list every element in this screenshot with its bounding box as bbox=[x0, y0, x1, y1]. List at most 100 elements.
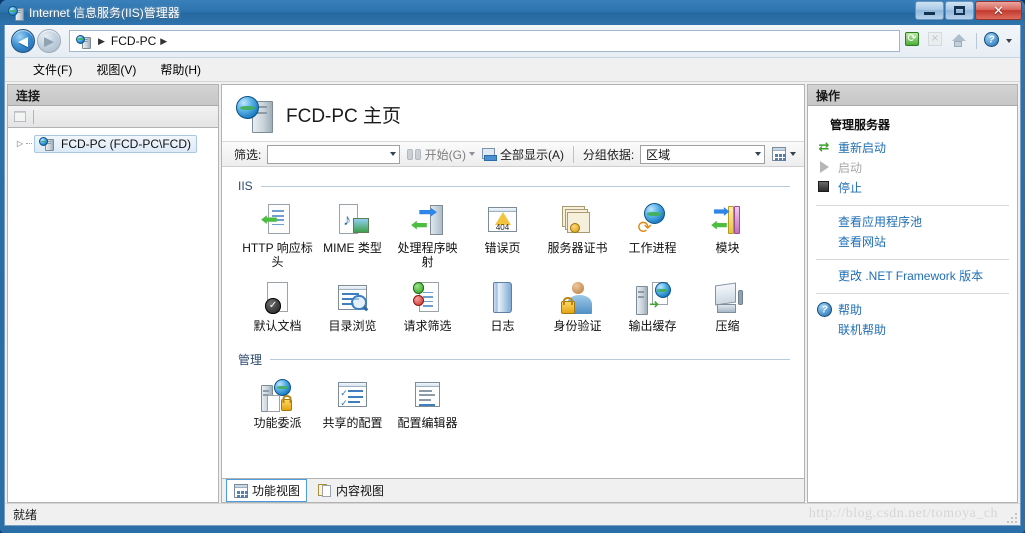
actions-group-views: 查看应用程序池 查看网站 bbox=[808, 211, 1017, 255]
menu-view[interactable]: 视图(V) bbox=[84, 59, 148, 80]
tree-item-label: FCD-PC (FCD-PC\FCD) bbox=[61, 136, 191, 151]
output-caching-icon: ➜ bbox=[636, 281, 671, 315]
feature-label: 服务器证书 bbox=[547, 241, 608, 255]
group-by-chevron-icon[interactable] bbox=[754, 152, 761, 156]
application-window: Internet 信息服务(IIS)管理器 ✕ ◀ ▶ ▶ FCD-PC ▶ ⟳… bbox=[0, 0, 1025, 533]
menu-file[interactable]: 文件(F) bbox=[21, 59, 84, 80]
close-button[interactable]: ✕ bbox=[975, 1, 1022, 20]
show-all-button[interactable]: 全部显示(A) bbox=[481, 146, 564, 163]
feature-mime-types[interactable]: ♪ MIME 类型 bbox=[315, 195, 390, 273]
feature-server-certificates[interactable]: 服务器证书 bbox=[540, 195, 615, 273]
action-label: 查看网站 bbox=[838, 234, 887, 249]
feature-directory-browsing[interactable]: 目录浏览 bbox=[315, 273, 390, 337]
feature-label: 日志 bbox=[490, 319, 515, 333]
back-button[interactable]: ◀ bbox=[11, 29, 35, 53]
feature-authentication[interactable]: 身份验证 bbox=[540, 273, 615, 337]
help-icon[interactable] bbox=[983, 31, 1003, 51]
connections-tree[interactable]: ▷ FCD-PC (FCD-PC\FCD) bbox=[7, 128, 219, 503]
feature-configuration-editor[interactable]: 配置编辑器 bbox=[390, 370, 465, 434]
feature-compression[interactable]: 压缩 bbox=[690, 273, 765, 337]
configuration-editor-icon bbox=[411, 378, 445, 412]
action-stop[interactable]: 停止 bbox=[808, 177, 1017, 197]
maximize-button[interactable] bbox=[945, 1, 974, 20]
server-icon bbox=[39, 136, 54, 151]
view-mode-button[interactable] bbox=[771, 146, 796, 162]
group-by-select[interactable]: 区域 bbox=[640, 144, 765, 164]
feature-label: 压缩 bbox=[715, 319, 740, 333]
section-header-iis: IIS bbox=[238, 179, 790, 193]
filter-bar: 筛选: 开始(G) 全部显示(A) 分组依据: 区域 bbox=[222, 141, 804, 167]
action-view-sites[interactable]: 查看网站 bbox=[808, 231, 1017, 251]
action-online-help[interactable]: 联机帮助 bbox=[808, 319, 1017, 339]
filter-dropdown-chevron-icon[interactable] bbox=[389, 152, 396, 156]
address-bar[interactable]: ▶ FCD-PC ▶ bbox=[69, 30, 900, 52]
actions-group-framework: 更改 .NET Framework 版本 bbox=[808, 265, 1017, 289]
resize-grip[interactable] bbox=[1003, 509, 1017, 523]
feature-label: 配置编辑器 bbox=[397, 416, 458, 430]
go-dropdown-chevron-icon[interactable] bbox=[468, 152, 475, 156]
feature-feature-delegation[interactable]: 功能委派 bbox=[240, 370, 315, 434]
refresh-icon[interactable] bbox=[904, 31, 924, 51]
toolbar-divider bbox=[976, 33, 977, 49]
tab-label: 功能视图 bbox=[252, 484, 301, 498]
home-icon[interactable] bbox=[950, 31, 970, 51]
filterbar-divider bbox=[572, 145, 574, 163]
feature-error-pages[interactable]: 404 错误页 bbox=[465, 195, 540, 273]
actions-divider bbox=[816, 293, 1009, 294]
show-all-icon bbox=[481, 146, 497, 162]
watermark-text: http://blog.csdn.net/tomoya_ch bbox=[808, 506, 998, 521]
client-area: ◀ ▶ ▶ FCD-PC ▶ ⟳ ✕ ? 文件(F) 视图(V) 帮助(H) 连… bbox=[4, 25, 1021, 526]
action-label: 查看应用程序池 bbox=[838, 214, 923, 229]
breadcrumb-separator-2: ▶ bbox=[160, 35, 168, 46]
show-all-label: 全部显示(A) bbox=[499, 147, 564, 162]
tab-content-view[interactable]: 内容视图 bbox=[311, 480, 390, 501]
panes-container: 连接 ▷ FCD-PC (FCD-PC\FCD) FCD-PC 主页 筛选: 开… bbox=[5, 82, 1020, 503]
feature-label: 身份验证 bbox=[553, 319, 602, 333]
mime-types-icon: ♪ bbox=[336, 203, 370, 237]
tree-row[interactable]: ▷ FCD-PC (FCD-PC\FCD) bbox=[8, 134, 218, 153]
forward-button[interactable]: ▶ bbox=[37, 29, 61, 53]
feature-worker-processes[interactable]: ⟳ 工作进程 bbox=[615, 195, 690, 273]
view-mode-chevron-icon[interactable] bbox=[789, 152, 796, 156]
tree-node-server[interactable]: FCD-PC (FCD-PC\FCD) bbox=[34, 134, 197, 153]
action-view-app-pools[interactable]: 查看应用程序池 bbox=[808, 211, 1017, 231]
feature-shared-configuration[interactable]: ✓ ✓ 共享的配置 bbox=[315, 370, 390, 434]
go-button[interactable]: 开始(G) bbox=[406, 146, 475, 163]
minimize-button[interactable] bbox=[915, 1, 944, 20]
grid-view-icon bbox=[771, 146, 787, 162]
compression-icon bbox=[711, 281, 745, 315]
feature-logging[interactable]: 日志 bbox=[465, 273, 540, 337]
expand-chevron-icon[interactable]: ▷ bbox=[14, 139, 26, 148]
feature-output-caching[interactable]: ➜ 输出缓存 bbox=[615, 273, 690, 337]
go-label: 开始(G) bbox=[424, 147, 466, 162]
request-filtering-icon bbox=[411, 281, 445, 315]
filter-input[interactable] bbox=[267, 144, 400, 164]
connect-icon[interactable] bbox=[13, 109, 29, 125]
actions-header: 操作 bbox=[807, 84, 1018, 106]
feature-http-response-headers[interactable]: HTTP 响应标头 bbox=[240, 195, 315, 273]
section-rule bbox=[270, 359, 790, 360]
help-dropdown-chevron-icon[interactable] bbox=[1006, 39, 1012, 43]
feature-modules[interactable]: 模块 bbox=[690, 195, 765, 273]
tab-features-view[interactable]: 功能视图 bbox=[226, 479, 308, 502]
action-change-dotnet-version[interactable]: 更改 .NET Framework 版本 bbox=[808, 265, 1017, 285]
page-title: FCD-PC 主页 bbox=[286, 105, 402, 127]
feature-label: 工作进程 bbox=[628, 241, 677, 255]
directory-browsing-icon bbox=[336, 281, 370, 315]
action-restart[interactable]: 重新启动 bbox=[808, 137, 1017, 157]
title-bar: Internet 信息服务(IIS)管理器 ✕ bbox=[0, 0, 1025, 25]
navigation-bar: ◀ ▶ ▶ FCD-PC ▶ bbox=[5, 25, 1020, 58]
feature-request-filtering[interactable]: 请求筛选 bbox=[390, 273, 465, 337]
action-help[interactable]: 帮助 bbox=[808, 299, 1017, 319]
connections-toolbar bbox=[7, 106, 219, 128]
menu-help[interactable]: 帮助(H) bbox=[148, 59, 213, 80]
breadcrumb-item-server[interactable]: FCD-PC bbox=[111, 34, 156, 48]
action-label: 停止 bbox=[838, 180, 863, 195]
menu-bar: 文件(F) 视图(V) 帮助(H) bbox=[5, 58, 1020, 82]
feature-default-document[interactable]: 默认文档 bbox=[240, 273, 315, 337]
section-rule bbox=[260, 185, 790, 187]
feature-handler-mappings[interactable]: 处理程序映射 bbox=[390, 195, 465, 273]
nav-toolbar bbox=[904, 31, 1016, 51]
feature-label: MIME 类型 bbox=[323, 241, 382, 255]
toolbar-divider bbox=[33, 109, 34, 124]
